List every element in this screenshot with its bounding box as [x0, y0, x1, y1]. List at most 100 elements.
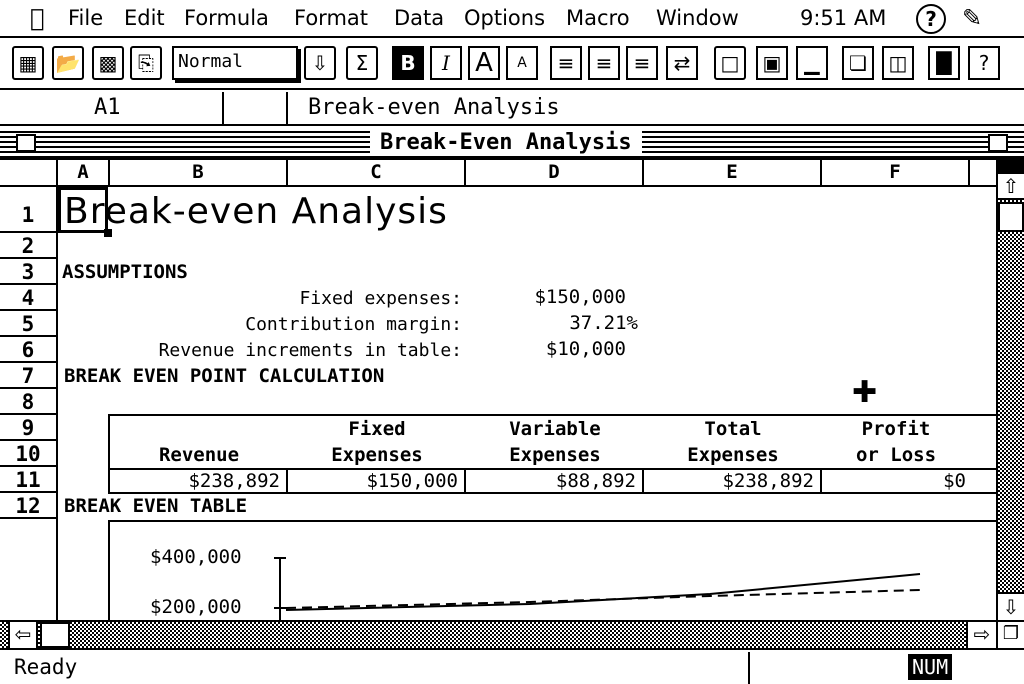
cell-reference[interactable]: A1: [94, 95, 121, 120]
num-lock-indicator: NUM: [908, 654, 953, 680]
table-header-line2: Revenue: [158, 444, 240, 466]
assumption-value[interactable]: 37.21%: [569, 312, 638, 334]
apple-menu-icon[interactable]: : [30, 4, 44, 32]
assumption-value[interactable]: $150,000: [534, 286, 626, 308]
assumption-label: Revenue increments in table:: [158, 340, 462, 361]
copy-icon[interactable]: ❏: [842, 46, 874, 80]
scrollbar-cap: [998, 160, 1024, 174]
bottom-border-icon[interactable]: ▁: [796, 46, 828, 80]
row-header-4[interactable]: 4: [0, 285, 56, 311]
formula-input[interactable]: Break-even Analysis: [308, 95, 560, 120]
box-border-icon[interactable]: ▣: [756, 46, 788, 80]
align-center-icon[interactable]: ≡: [588, 46, 620, 80]
toolbar: ▦ 📂 ▩ ⎘ Normal ⇩ Σ B I A A ≡ ≡ ≡ ⇄ □ ▣ ▁…: [0, 40, 1024, 90]
chart-plot-area: [274, 557, 921, 620]
row-header-11[interactable]: 11: [0, 467, 56, 493]
row-header-2[interactable]: 2: [0, 233, 56, 259]
row-headers: 1 2 3 4 5 6 7 8 9 10 11 12: [0, 187, 58, 620]
table-cell[interactable]: $88,892: [466, 470, 644, 494]
row-header-6[interactable]: 6: [0, 337, 56, 363]
scroll-down-arrow-icon[interactable]: ⇩: [998, 592, 1024, 620]
size-box-icon[interactable]: ❐: [996, 622, 1024, 648]
row-header-5[interactable]: 5: [0, 311, 56, 337]
table-header-line2: or Loss: [855, 444, 937, 466]
row-header-8[interactable]: 8: [0, 389, 56, 415]
horizontal-scroll-thumb[interactable]: [40, 622, 70, 648]
style-dropdown-icon[interactable]: ⇩: [304, 46, 336, 80]
status-divider: [748, 652, 750, 684]
formula-bar-divider: [286, 92, 288, 124]
menu-options[interactable]: Options: [464, 6, 545, 30]
select-all-corner[interactable]: [0, 160, 58, 185]
formula-bar-divider: [222, 92, 224, 124]
vertical-scroll-thumb[interactable]: [998, 202, 1024, 232]
row-header-3[interactable]: 3: [0, 259, 56, 285]
center-across-icon[interactable]: ⇄: [666, 46, 698, 80]
calc-heading: BREAK EVEN POINT CALCULATION: [64, 365, 385, 387]
scroll-right-arrow-icon[interactable]: ⇨: [966, 622, 996, 648]
column-header-d[interactable]: D: [466, 160, 644, 185]
help-icon[interactable]: ?: [916, 4, 946, 34]
assumption-label: Fixed expenses:: [299, 288, 462, 309]
table-header-line2: Expenses: [331, 444, 423, 466]
style-box[interactable]: Normal: [172, 46, 298, 80]
save-icon[interactable]: ▩: [92, 46, 124, 80]
paste-icon[interactable]: ◫: [882, 46, 914, 80]
column-header-b[interactable]: B: [110, 160, 288, 185]
decrease-font-icon[interactable]: A: [506, 46, 538, 80]
bold-icon[interactable]: B: [392, 46, 424, 80]
zoom-box-icon[interactable]: [988, 134, 1008, 152]
increase-font-icon[interactable]: A: [468, 46, 500, 80]
horizontal-scrollbar[interactable]: ⇦ ⇨ ❐: [0, 620, 1024, 650]
sheet-grid[interactable]: Break-even Analysis ASSUMPTIONS Fixed ex…: [58, 187, 996, 620]
table-cell[interactable]: $238,892: [644, 470, 822, 494]
new-sheet-icon[interactable]: ▦: [12, 46, 44, 80]
column-header-c[interactable]: C: [288, 160, 466, 185]
cell-cursor-icon: ✚: [852, 375, 878, 410]
column-header-f[interactable]: F: [822, 160, 970, 185]
break-even-chart[interactable]: $400,000 $200,000: [108, 520, 996, 620]
row-header-10[interactable]: 10: [0, 441, 56, 467]
table-row: $238,892 $150,000 $88,892 $238,892 $0: [110, 468, 996, 494]
table-cell[interactable]: $238,892: [110, 470, 288, 494]
assumption-value[interactable]: $10,000: [546, 338, 626, 360]
print-icon[interactable]: ⎘: [130, 46, 162, 80]
outline-border-icon[interactable]: □: [714, 46, 746, 80]
menu-window[interactable]: Window: [656, 6, 739, 30]
vertical-scrollbar[interactable]: ⇧ ⇩: [996, 160, 1024, 620]
table-header-line1: Profit: [861, 418, 931, 440]
menu-bar:  File Edit Formula Format Data Options …: [0, 0, 1024, 38]
menu-formula[interactable]: Formula: [184, 6, 269, 30]
active-cell-selection[interactable]: [58, 187, 108, 233]
align-right-icon[interactable]: ≡: [626, 46, 658, 80]
row-header-1[interactable]: 1: [0, 187, 56, 233]
help-pointer-icon[interactable]: ?: [968, 46, 1000, 80]
column-header-a[interactable]: A: [58, 160, 110, 185]
menu-format[interactable]: Format: [294, 6, 368, 30]
table-cell[interactable]: $0: [822, 470, 972, 494]
italic-icon[interactable]: I: [430, 46, 462, 80]
row-header-7[interactable]: 7: [0, 363, 56, 389]
application-menu-icon[interactable]: ✎: [962, 4, 982, 32]
menu-data[interactable]: Data: [394, 6, 444, 30]
autosum-icon[interactable]: Σ: [346, 46, 378, 80]
row-header-9[interactable]: 9: [0, 415, 56, 441]
sheet-title: Break-even Analysis: [64, 191, 448, 232]
window-title-bar[interactable]: Break-Even Analysis: [0, 128, 1024, 160]
scroll-left-arrow-icon[interactable]: ⇦: [8, 622, 38, 648]
open-file-icon[interactable]: 📂: [52, 46, 84, 80]
menu-file[interactable]: File: [68, 6, 103, 30]
status-bar: Ready NUM: [0, 652, 1024, 684]
row-header-12[interactable]: 12: [0, 493, 56, 519]
assumptions-heading: ASSUMPTIONS: [62, 261, 188, 283]
column-header-e[interactable]: E: [644, 160, 822, 185]
scroll-up-arrow-icon[interactable]: ⇧: [998, 174, 1024, 200]
align-left-icon[interactable]: ≡: [550, 46, 582, 80]
close-box-icon[interactable]: [16, 134, 36, 152]
fill-handle[interactable]: [104, 229, 112, 237]
chart-icon[interactable]: █: [928, 46, 960, 80]
menu-edit[interactable]: Edit: [124, 6, 165, 30]
menu-macro[interactable]: Macro: [566, 6, 630, 30]
assumption-label: Contribution margin:: [245, 314, 462, 335]
table-cell[interactable]: $150,000: [288, 470, 466, 494]
